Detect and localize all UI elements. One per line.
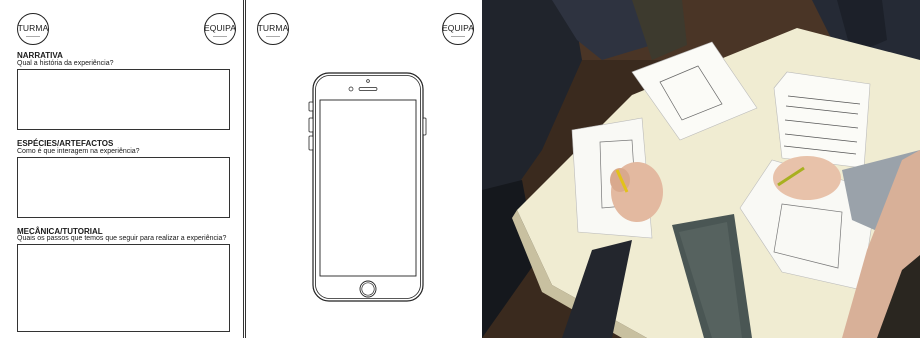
equipa-circle: EQUIPA	[204, 13, 236, 45]
classroom-photo	[482, 0, 920, 338]
equipa-label: EQUIPA	[203, 23, 237, 33]
sheet-divider	[243, 0, 244, 338]
section-title-especies: ESPÉCIES/ARTEFACTOS	[17, 139, 114, 148]
equipa-circle: EQUIPA	[442, 13, 474, 45]
section-prompt-narrativa: Qual a história da experiência?	[17, 60, 114, 67]
section-prompt-especies: Como é que interagem na experiência?	[17, 148, 140, 155]
section-prompt-mecanica: Quais os passos que temos que seguir par…	[17, 235, 227, 242]
worksheet-text-sheet: TURMA EQUIPA NARRATIVA Qual a história d…	[0, 0, 242, 338]
turma-circle: TURMA	[257, 13, 289, 45]
answer-box-mecanica	[17, 244, 230, 332]
answer-box-especies	[17, 157, 230, 218]
turma-label: TURMA	[257, 23, 289, 33]
answer-box-narrativa	[17, 69, 230, 130]
worksheet-phone-sheet: TURMA EQUIPA	[246, 0, 478, 338]
photo-scene	[482, 0, 920, 338]
turma-label: TURMA	[17, 23, 49, 33]
section-title-narrativa: NARRATIVA	[17, 51, 63, 60]
equipa-label: EQUIPA	[441, 23, 475, 33]
smartphone-icon	[308, 72, 427, 302]
turma-circle: TURMA	[17, 13, 49, 45]
